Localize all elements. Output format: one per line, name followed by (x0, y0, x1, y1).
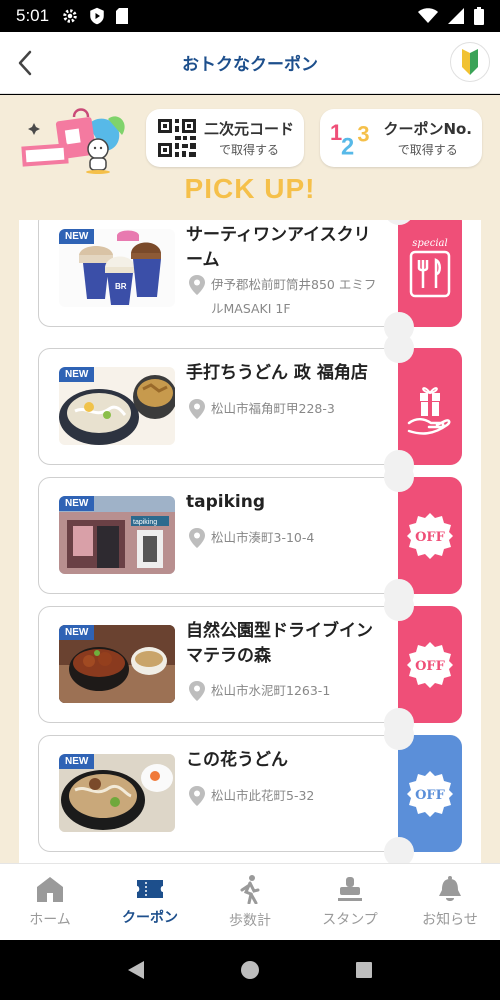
nav-label: 歩数計 (229, 913, 271, 929)
shop-address-text: 伊予郡松前町筒井850 エミフルMASAKI 1F (211, 277, 377, 316)
shop-photo: NEW (59, 367, 175, 445)
recents-square-icon[interactable] (354, 960, 374, 980)
coupon-number-button[interactable]: 1 2 3 クーポンNo. で取得する (320, 109, 482, 167)
svg-text:OFF: OFF (415, 530, 446, 545)
coupon-type-tab: OFF (398, 735, 462, 852)
stamp-icon (338, 877, 362, 901)
shop-photo: BR NEW (59, 229, 175, 307)
location-pin-icon (189, 786, 205, 806)
shop-address-text: 松山市福角町甲228-3 (211, 401, 335, 416)
shop-name: 手打ちうどん 政 福角店 (186, 363, 368, 383)
shield-icon (90, 7, 104, 25)
svg-text:special: special (412, 238, 447, 249)
walk-icon (240, 875, 260, 904)
page-title: おトクなクーポン (182, 55, 318, 75)
shop-address-text: 松山市此花町5-32 (211, 788, 315, 803)
coupon-type-tab (398, 348, 462, 465)
qr-code-icon (156, 118, 197, 158)
new-badge: NEW (59, 367, 95, 382)
svg-text:OFF: OFF (415, 788, 446, 803)
new-badge: NEW (59, 625, 95, 640)
qr-code-sublabel: で取得する (218, 143, 279, 157)
home-icon (37, 877, 63, 902)
coupon-list[interactable]: BR NEW サーティワンアイスクリーム 伊予郡松前町筒井850 エミフルMAS… (19, 220, 481, 863)
coupon-card[interactable]: tapiking NEW tapiking 松山市湊町3-10-4 OFF (38, 462, 462, 609)
back-button[interactable] (10, 48, 40, 78)
back-triangle-icon[interactable] (126, 959, 146, 981)
beginner-guide-button[interactable] (450, 42, 490, 82)
shop-name: サーティワンアイスクリーム (186, 225, 371, 270)
shop-address: 松山市此花町5-32 (189, 784, 384, 808)
shop-address: 松山市湊町3-10-4 (189, 526, 384, 550)
svg-text:3: 3 (357, 122, 369, 147)
coupon-card[interactable]: NEW 手打ちうどん 政 福角店 松山市福角町甲228-3 (38, 333, 462, 480)
nav-label: スタンプ (322, 912, 378, 928)
coupon-card[interactable]: NEW この花うどん 松山市此花町5-32 OFF (38, 720, 462, 863)
shop-address: 松山市福角町甲228-3 (189, 397, 384, 421)
app-header: おトクなクーポン (0, 32, 500, 94)
battery-icon (474, 7, 484, 25)
svg-text:OFF: OFF (415, 659, 446, 674)
new-badge: NEW (59, 754, 95, 769)
off-seal-icon: OFF (407, 512, 453, 559)
number-123-icon: 1 2 3 (330, 120, 370, 160)
home-circle-icon[interactable] (239, 959, 261, 981)
status-bar: 5:01 (0, 0, 500, 32)
coupon-mascot-illustration (21, 108, 125, 174)
nav-stamp[interactable]: スタンプ (300, 864, 400, 940)
nav-label: ホーム (29, 912, 71, 928)
shop-name: tapiking (186, 492, 265, 512)
shop-name: 自然公園型ドライブイン マテラの森 (186, 621, 373, 666)
bell-icon (439, 876, 461, 901)
off-seal-icon: OFF (407, 770, 453, 817)
shop-address-text: 松山市湊町3-10-4 (211, 530, 315, 545)
nav-home[interactable]: ホーム (0, 864, 100, 940)
svg-text:2: 2 (341, 134, 354, 160)
shop-photo: tapiking NEW (59, 496, 175, 574)
beginner-mark-icon (462, 49, 478, 75)
system-navigation-bar (0, 940, 500, 1000)
wifi-icon (418, 8, 438, 23)
coupon-number-label: クーポンNo. (383, 120, 472, 138)
status-time: 5:01 (16, 6, 50, 25)
shop-name: この花うどん (186, 750, 288, 770)
chevron-left-icon (18, 50, 32, 76)
special-cutlery-icon: special (409, 238, 451, 297)
shop-address-text: 松山市水泥町1263-1 (211, 683, 331, 698)
qr-code-button[interactable]: 二次元コード で取得する (146, 109, 304, 167)
shop-address: 伊予郡松前町筒井850 エミフルMASAKI 1F (189, 273, 384, 321)
coupon-card[interactable]: BR NEW サーティワンアイスクリーム 伊予郡松前町筒井850 エミフルMAS… (38, 220, 462, 342)
gift-hand-icon (407, 386, 451, 435)
location-pin-icon (189, 528, 205, 548)
qr-code-label: 二次元コード (203, 120, 294, 138)
coupon-card[interactable]: NEW 自然公園型ドライブイン マテラの森 松山市水泥町1263-1 OFF (38, 591, 462, 738)
nav-notice[interactable]: お知らせ (400, 864, 500, 940)
location-pin-icon (189, 681, 205, 701)
gear-icon (63, 9, 77, 23)
location-pin-icon (189, 399, 205, 419)
nav-coupon[interactable]: クーポン (100, 864, 200, 940)
ticket-icon (137, 880, 163, 898)
pickup-heading: PICK UP! (184, 173, 316, 204)
nav-label: お知らせ (422, 912, 478, 928)
coupon-type-tab: OFF (398, 606, 462, 723)
svg-text:BR: BR (115, 282, 127, 291)
coupon-content: 二次元コード で取得する 1 2 3 クーポンNo. で取得する PICK UP… (0, 95, 500, 863)
new-badge: NEW (59, 496, 95, 511)
coupon-number-sublabel: で取得する (397, 143, 458, 157)
nav-label: クーポン (122, 910, 178, 926)
location-pin-icon (189, 275, 205, 295)
signal-icon (448, 8, 464, 24)
nav-pedometer[interactable]: 歩数計 (200, 864, 300, 940)
coupon-type-tab: OFF (398, 477, 462, 594)
off-seal-icon: OFF (407, 641, 453, 688)
shop-photo: NEW (59, 625, 175, 703)
shop-address: 松山市水泥町1263-1 (189, 679, 384, 703)
sd-card-icon (116, 8, 129, 24)
new-badge: NEW (59, 229, 95, 244)
bottom-navigation: ホーム クーポン 歩数計 スタンプ お知らせ (0, 863, 500, 940)
shop-photo: NEW (59, 754, 175, 832)
coupon-type-tab: special (398, 220, 462, 327)
svg-text:tapiking: tapiking (133, 519, 157, 526)
